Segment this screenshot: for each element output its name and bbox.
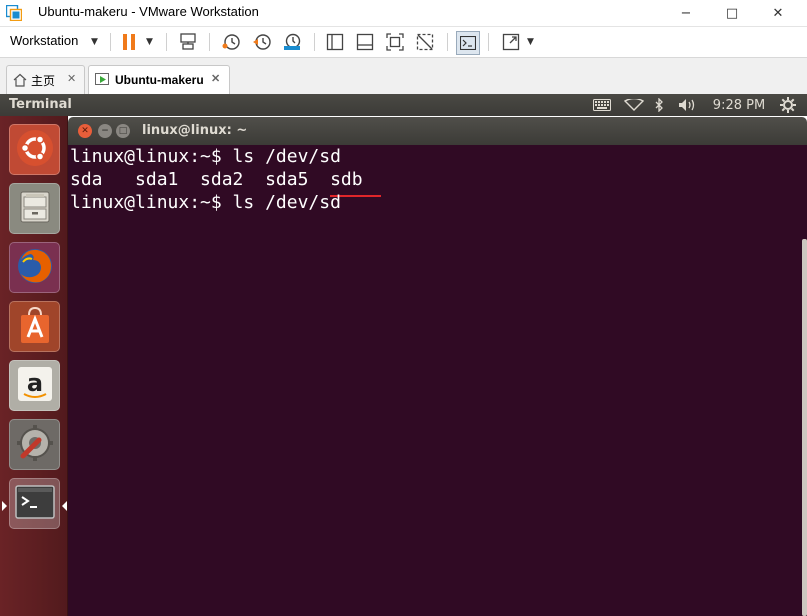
vmware-app-icon (5, 4, 23, 22)
console-view-icon[interactable] (456, 31, 480, 55)
terminal-line: linux@linux:~$ ls /dev/sd (70, 146, 341, 167)
send-keys-icon[interactable] (177, 31, 199, 53)
terminal-minimize-button[interactable]: − (98, 124, 112, 138)
maximize-button[interactable]: □ (709, 0, 755, 26)
terminal-close-button[interactable]: ✕ (78, 124, 92, 138)
tab-ubuntu-makeru[interactable]: Ubuntu-makeru ✕ (88, 65, 230, 94)
settings-wrench-icon (15, 423, 55, 467)
close-button[interactable]: ✕ (755, 0, 801, 26)
minimize-button[interactable]: − (663, 0, 709, 26)
active-app-title: Terminal (9, 97, 72, 112)
terminal-icon (14, 484, 55, 523)
clock[interactable]: 9:28 PM (708, 96, 770, 114)
revert-snapshot-icon[interactable] (251, 31, 273, 53)
terminal-scrollbar[interactable] (802, 239, 807, 616)
tab-strip: 主页 ✕ Ubuntu-makeru ✕ (0, 58, 807, 94)
terminal-maximize-button[interactable]: □ (116, 124, 130, 138)
terminal-title: linux@linux: ~ (142, 123, 248, 138)
unity-launcher: a (0, 116, 68, 616)
pause-icon[interactable] (118, 31, 140, 53)
amazon-icon: a (16, 365, 54, 407)
launcher-software-center[interactable] (9, 301, 60, 352)
full-screen-icon[interactable] (384, 31, 406, 53)
volume-icon[interactable] (676, 96, 700, 114)
chevron-down-icon[interactable]: ▼ (527, 37, 534, 47)
terminal-window: ✕ − □ linux@linux: ~ linux@linux:~$ ls /… (68, 117, 807, 616)
launcher-running-indicator (2, 501, 7, 511)
terminal-output[interactable]: linux@linux:~$ ls /dev/sd sda sda1 sda2 … (68, 145, 807, 616)
firefox-icon (15, 246, 55, 290)
file-cabinet-icon (16, 188, 54, 230)
vmware-toolbar: Workstation ▼ ▼ ▼ (0, 27, 807, 58)
unity-mode-icon[interactable] (414, 31, 436, 53)
launcher-dash-home[interactable] (9, 124, 60, 175)
terminal-titlebar[interactable]: ✕ − □ linux@linux: ~ (68, 117, 807, 145)
gear-icon[interactable] (778, 96, 798, 114)
snapshot-manager-icon[interactable] (281, 31, 303, 53)
bluetooth-icon[interactable] (652, 96, 666, 114)
launcher-system-settings[interactable] (9, 419, 60, 470)
close-icon[interactable]: ✕ (211, 72, 220, 85)
tab-home[interactable]: 主页 ✕ (6, 65, 85, 94)
launcher-files[interactable] (9, 183, 60, 234)
launcher-amazon[interactable]: a (9, 360, 60, 411)
terminal-line: linux@linux:~$ ls /dev/sd (70, 192, 341, 213)
svg-text:a: a (26, 369, 42, 397)
tab-home-label: 主页 (31, 73, 56, 88)
close-icon[interactable]: ✕ (67, 72, 76, 85)
chevron-down-icon[interactable]: ▼ (91, 37, 98, 47)
wifi-icon[interactable] (623, 96, 645, 114)
software-center-icon (16, 305, 54, 349)
window-title: Ubuntu-makeru - VMware Workstation (38, 4, 259, 19)
chevron-down-icon[interactable]: ▼ (146, 37, 153, 47)
vm-running-icon (95, 73, 111, 87)
ubuntu-logo-icon (16, 129, 54, 171)
toolbar-separator (488, 33, 489, 51)
launcher-focus-indicator (62, 501, 67, 511)
toolbar-separator (314, 33, 315, 51)
keyboard-icon[interactable] (592, 96, 612, 114)
toolbar-separator (110, 33, 111, 51)
terminal-line: sda sda1 sda2 sda5 sdb (70, 169, 363, 190)
ubuntu-top-panel: Terminal 9:28 PM (0, 94, 807, 116)
tab-ubuntu-label: Ubuntu-makeru (115, 73, 204, 87)
toolbar-separator (447, 33, 448, 51)
window-titlebar: Ubuntu-makeru - VMware Workstation − □ ✕ (0, 0, 807, 27)
sidebar-toggle-icon[interactable] (324, 31, 346, 53)
toolbar-separator (209, 33, 210, 51)
home-icon (13, 73, 27, 87)
stretch-guest-icon[interactable] (500, 31, 522, 53)
thumbnail-bar-icon[interactable] (354, 31, 376, 53)
workstation-menu[interactable]: Workstation (10, 33, 78, 48)
toolbar-separator (166, 33, 167, 51)
snapshot-icon[interactable] (220, 31, 242, 53)
launcher-terminal[interactable] (9, 478, 60, 529)
launcher-firefox[interactable] (9, 242, 60, 293)
